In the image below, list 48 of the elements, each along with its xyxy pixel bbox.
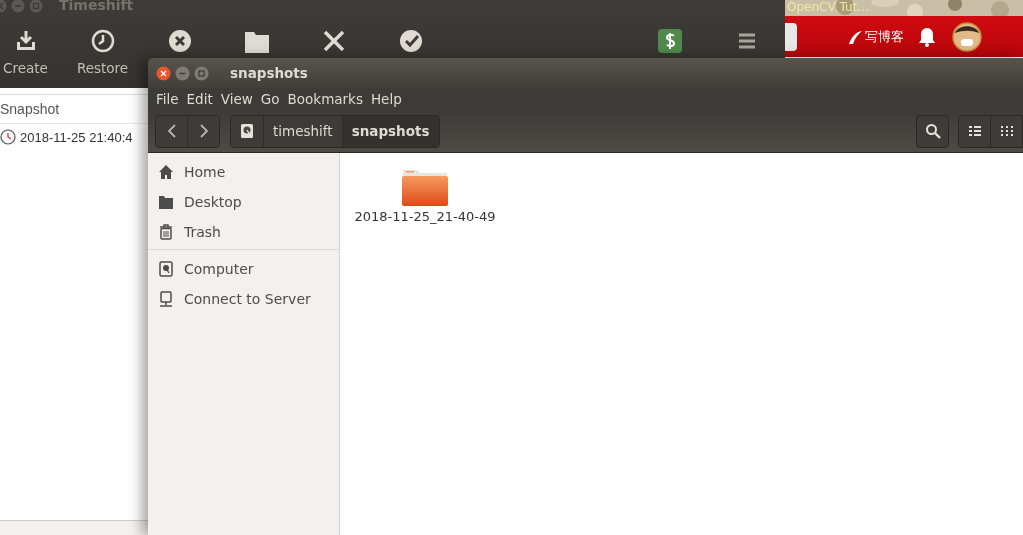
search-button[interactable]: [916, 114, 949, 148]
folder-icon: [401, 167, 449, 207]
back-button[interactable]: [156, 115, 187, 147]
path-button[interactable]: timeshift: [263, 115, 342, 147]
write-link[interactable]: 写博客: [847, 27, 904, 46]
home-icon: [158, 164, 174, 180]
close-icon[interactable]: [156, 65, 171, 81]
sidebar-item[interactable]: Trash: [148, 217, 339, 247]
menu-item[interactable]: Go: [256, 91, 284, 107]
chevron-left-icon: [166, 124, 177, 138]
list-view-button[interactable]: [959, 115, 990, 147]
list-icon: [968, 125, 981, 137]
check-circle-icon[interactable]: [397, 28, 424, 54]
path-button[interactable]: snapshots: [341, 115, 439, 147]
trash-icon: [158, 224, 174, 240]
search-field[interactable]: [785, 22, 797, 51]
column-header[interactable]: Snapshot: [0, 94, 148, 124]
chevron-right-icon: [198, 124, 209, 138]
close-circle-icon[interactable]: [166, 28, 193, 54]
dollar-icon[interactable]: [656, 28, 683, 54]
menu-item[interactable]: Edit: [182, 91, 217, 107]
folder-icon: [158, 194, 174, 210]
toolbar-button[interactable]: Create: [0, 13, 64, 88]
avatar-icon[interactable]: [952, 21, 982, 52]
drive-icon: [158, 261, 174, 277]
folder-item[interactable]: 2018-11-25_21-40-49: [355, 167, 495, 224]
menu-item[interactable]: Help: [366, 91, 406, 107]
bell-icon[interactable]: [918, 26, 936, 47]
menu-item[interactable]: File: [152, 91, 183, 107]
menu-item[interactable]: View: [216, 91, 257, 107]
toolbar-button[interactable]: Restore: [64, 13, 141, 88]
table-cell: 2018-11-25 21:40:4: [20, 129, 133, 145]
sidebar-item[interactable]: Home: [148, 157, 339, 187]
sidebar-item[interactable]: Connect to Server: [148, 284, 339, 314]
sidebar-item[interactable]: Desktop: [148, 187, 339, 217]
clock-icon: [89, 28, 116, 54]
grid-icon: [1000, 125, 1013, 137]
window-title: snapshots: [230, 65, 308, 81]
quill-icon: [847, 28, 863, 45]
computer-icon: [158, 291, 174, 307]
search-icon: [924, 123, 941, 139]
menu-item[interactable]: Bookmarks: [283, 91, 367, 107]
grid-view-button[interactable]: [990, 115, 1022, 147]
window-title: Timeshift: [59, 0, 134, 13]
forward-button[interactable]: [187, 115, 219, 147]
drive-button[interactable]: [231, 115, 263, 147]
drive-icon: [240, 123, 254, 139]
sidebar-item[interactable]: Computer: [148, 254, 339, 284]
